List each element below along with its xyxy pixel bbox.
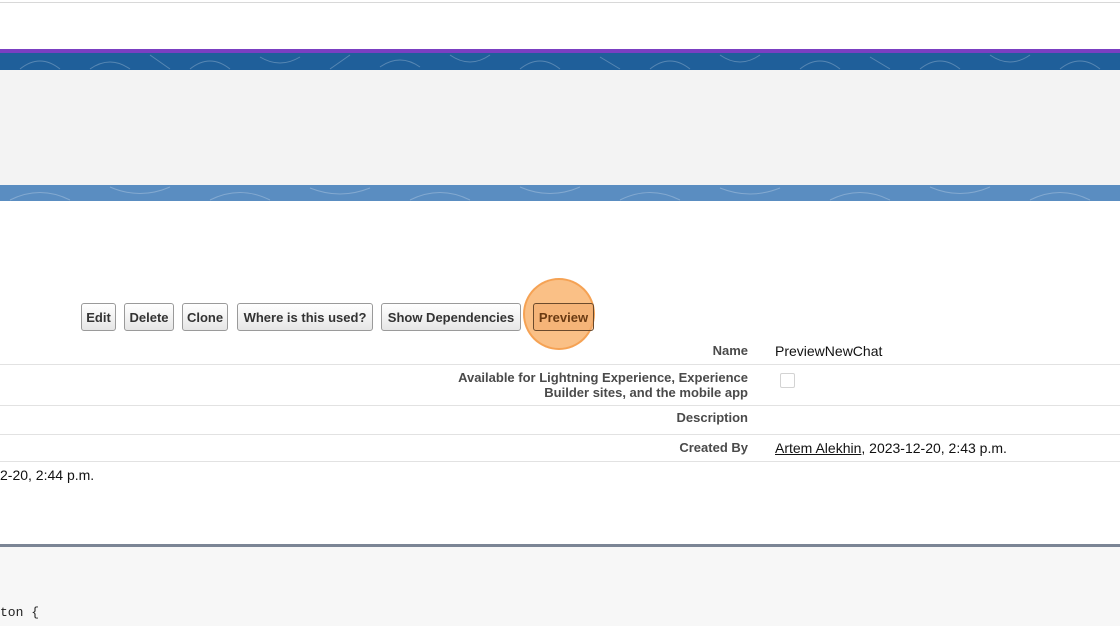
banner-pattern (19, 54, 1101, 70)
lightning-label-line2: Builder sites, and the mobile app (544, 385, 748, 400)
lightning-label-line1: Available for Lightning Experience, Expe… (458, 370, 748, 385)
description-label: Description (676, 410, 748, 425)
section-banner (0, 185, 1120, 201)
edit-button[interactable]: Edit (81, 303, 116, 331)
created-by-label: Created By (679, 440, 748, 455)
top-border (0, 2, 1120, 3)
clone-button[interactable]: Clone (182, 303, 228, 331)
where-used-button[interactable]: Where is this used? (237, 303, 373, 331)
show-dependencies-button[interactable]: Show Dependencies (381, 303, 521, 331)
created-by-date: , 2023-12-20, 2:43 p.m. (861, 440, 1007, 456)
created-by-value: Artem Alekhin, 2023-12-20, 2:43 p.m. (775, 440, 1007, 456)
row-divider (0, 434, 1120, 435)
preview-button[interactable]: Preview (533, 303, 594, 331)
name-value: PreviewNewChat (775, 343, 883, 359)
row-divider (0, 364, 1120, 365)
lightning-availability-checkbox (780, 373, 795, 388)
row-divider (0, 405, 1120, 406)
created-by-user-link[interactable]: Artem Alekhin (775, 440, 861, 456)
lightning-availability-label: Available for Lightning Experience, Expe… (458, 370, 748, 400)
row-divider (0, 461, 1120, 462)
section-banner-pattern (9, 186, 1091, 201)
header-banner (0, 49, 1120, 70)
code-panel (0, 547, 1120, 626)
delete-button[interactable]: Delete (124, 303, 174, 331)
name-label: Name (712, 343, 748, 358)
header-panel (0, 70, 1120, 185)
code-fragment: ton { (0, 605, 40, 620)
modified-date-fragment: 2-20, 2:44 p.m. (0, 467, 95, 483)
